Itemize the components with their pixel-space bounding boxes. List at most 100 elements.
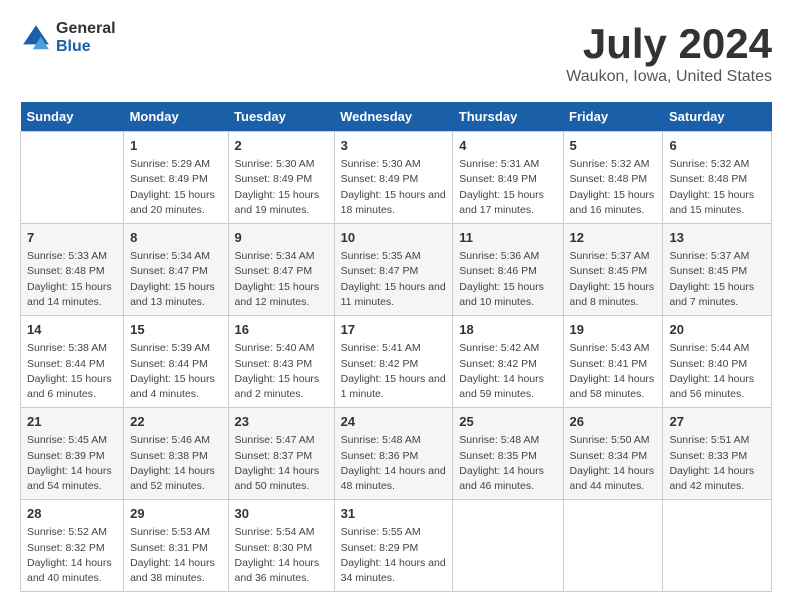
col-wednesday: Wednesday [334, 102, 453, 132]
day-info: Sunrise: 5:35 AM Sunset: 8:47 PM Dayligh… [341, 249, 447, 310]
day-info: Sunrise: 5:55 AM Sunset: 8:29 PM Dayligh… [341, 525, 447, 586]
day-info: Sunrise: 5:40 AM Sunset: 8:43 PM Dayligh… [235, 341, 328, 402]
calendar-cell: 7 Sunrise: 5:33 AM Sunset: 8:48 PM Daylig… [21, 224, 124, 316]
logo-blue: Blue [56, 38, 116, 56]
day-info: Sunrise: 5:43 AM Sunset: 8:41 PM Dayligh… [570, 341, 657, 402]
title-area: July 2024 Waukon, Iowa, United States [566, 20, 772, 86]
calendar-cell: 22Sunrise: 5:46 AM Sunset: 8:38 PM Dayli… [124, 408, 228, 500]
day-number: 16 [235, 321, 328, 339]
calendar-cell: 6 Sunrise: 5:32 AM Sunset: 8:48 PM Daylig… [663, 132, 772, 224]
day-number: 18 [459, 321, 556, 339]
day-info: Sunrise: 5:42 AM Sunset: 8:42 PM Dayligh… [459, 341, 556, 402]
day-number: 29 [130, 505, 221, 523]
calendar-week-row: 14Sunrise: 5:38 AM Sunset: 8:44 PM Dayli… [21, 316, 772, 408]
day-info: Sunrise: 5:51 AM Sunset: 8:33 PM Dayligh… [669, 433, 765, 494]
day-info: Sunrise: 5:44 AM Sunset: 8:40 PM Dayligh… [669, 341, 765, 402]
calendar-table: Sunday Monday Tuesday Wednesday Thursday… [20, 102, 772, 592]
calendar-cell [663, 500, 772, 592]
calendar-cell: 18 Sunrise: 5:42 AM Sunset: 8:42 PM Dayli… [453, 316, 563, 408]
calendar-cell: 5Sunrise: 5:32 AM Sunset: 8:48 PM Daylig… [563, 132, 663, 224]
calendar-cell: 17Sunrise: 5:41 AM Sunset: 8:42 PM Dayli… [334, 316, 453, 408]
calendar-cell: 19 Sunrise: 5:43 AM Sunset: 8:41 PM Dayli… [563, 316, 663, 408]
calendar-cell: 11 Sunrise: 5:36 AM Sunset: 8:46 PM Dayli… [453, 224, 563, 316]
calendar-cell: 2Sunrise: 5:30 AM Sunset: 8:49 PM Daylig… [228, 132, 334, 224]
day-number: 23 [235, 413, 328, 431]
day-number: 24 [341, 413, 447, 431]
day-info: Sunrise: 5:53 AM Sunset: 8:31 PM Dayligh… [130, 525, 221, 586]
calendar-cell: 28Sunrise: 5:52 AM Sunset: 8:32 PM Dayli… [21, 500, 124, 592]
calendar-cell: 13Sunrise: 5:37 AM Sunset: 8:45 PM Dayli… [663, 224, 772, 316]
day-number: 13 [669, 229, 765, 247]
calendar-cell: 30 Sunrise: 5:54 AM Sunset: 8:30 PM Dayli… [228, 500, 334, 592]
calendar-cell: 21Sunrise: 5:45 AM Sunset: 8:39 PM Dayli… [21, 408, 124, 500]
day-number: 9 [235, 229, 328, 247]
day-info: Sunrise: 5:37 AM Sunset: 8:45 PM Dayligh… [570, 249, 657, 310]
day-number: 21 [27, 413, 117, 431]
day-number: 22 [130, 413, 221, 431]
day-number: 12 [570, 229, 657, 247]
day-info: Sunrise: 5:30 AM Sunset: 8:49 PM Dayligh… [341, 157, 447, 218]
header: General Blue July 2024 Waukon, Iowa, Uni… [20, 20, 772, 86]
calendar-week-row: 21Sunrise: 5:45 AM Sunset: 8:39 PM Dayli… [21, 408, 772, 500]
calendar-cell: 14Sunrise: 5:38 AM Sunset: 8:44 PM Dayli… [21, 316, 124, 408]
calendar-cell: 31Sunrise: 5:55 AM Sunset: 8:29 PM Dayli… [334, 500, 453, 592]
day-info: Sunrise: 5:48 AM Sunset: 8:35 PM Dayligh… [459, 433, 556, 494]
calendar-cell: 20 Sunrise: 5:44 AM Sunset: 8:40 PM Dayli… [663, 316, 772, 408]
day-number: 15 [130, 321, 221, 339]
calendar-header: Sunday Monday Tuesday Wednesday Thursday… [21, 102, 772, 132]
day-info: Sunrise: 5:34 AM Sunset: 8:47 PM Dayligh… [130, 249, 221, 310]
day-number: 7 [27, 229, 117, 247]
day-info: Sunrise: 5:32 AM Sunset: 8:48 PM Dayligh… [570, 157, 657, 218]
day-number: 19 [570, 321, 657, 339]
day-number: 8 [130, 229, 221, 247]
col-tuesday: Tuesday [228, 102, 334, 132]
day-number: 2 [235, 137, 328, 155]
header-row: Sunday Monday Tuesday Wednesday Thursday… [21, 102, 772, 132]
day-number: 1 [130, 137, 221, 155]
calendar-cell: 25Sunrise: 5:48 AM Sunset: 8:35 PM Dayli… [453, 408, 563, 500]
calendar-week-row: 28Sunrise: 5:52 AM Sunset: 8:32 PM Dayli… [21, 500, 772, 592]
calendar-cell: 12 Sunrise: 5:37 AM Sunset: 8:45 PM Dayli… [563, 224, 663, 316]
day-number: 14 [27, 321, 117, 339]
day-info: Sunrise: 5:39 AM Sunset: 8:44 PM Dayligh… [130, 341, 221, 402]
col-saturday: Saturday [663, 102, 772, 132]
calendar-cell: 23 Sunrise: 5:47 AM Sunset: 8:37 PM Dayli… [228, 408, 334, 500]
day-number: 30 [235, 505, 328, 523]
day-info: Sunrise: 5:34 AM Sunset: 8:47 PM Dayligh… [235, 249, 328, 310]
calendar-cell: 27 Sunrise: 5:51 AM Sunset: 8:33 PM Dayli… [663, 408, 772, 500]
day-number: 10 [341, 229, 447, 247]
day-info: Sunrise: 5:33 AM Sunset: 8:48 PM Dayligh… [27, 249, 117, 310]
col-sunday: Sunday [21, 102, 124, 132]
col-thursday: Thursday [453, 102, 563, 132]
calendar-week-row: 7 Sunrise: 5:33 AM Sunset: 8:48 PM Daylig… [21, 224, 772, 316]
day-number: 28 [27, 505, 117, 523]
calendar-week-row: 1 Sunrise: 5:29 AM Sunset: 8:49 PM Daylig… [21, 132, 772, 224]
calendar-cell: 1 Sunrise: 5:29 AM Sunset: 8:49 PM Daylig… [124, 132, 228, 224]
calendar-cell: 29 Sunrise: 5:53 AM Sunset: 8:31 PM Dayli… [124, 500, 228, 592]
day-number: 11 [459, 229, 556, 247]
calendar-cell [453, 500, 563, 592]
day-info: Sunrise: 5:47 AM Sunset: 8:37 PM Dayligh… [235, 433, 328, 494]
day-info: Sunrise: 5:36 AM Sunset: 8:46 PM Dayligh… [459, 249, 556, 310]
logo-text: General Blue [56, 20, 116, 55]
day-info: Sunrise: 5:32 AM Sunset: 8:48 PM Dayligh… [669, 157, 765, 218]
day-number: 27 [669, 413, 765, 431]
day-number: 26 [570, 413, 657, 431]
calendar-cell: 16 Sunrise: 5:40 AM Sunset: 8:43 PM Dayli… [228, 316, 334, 408]
calendar-cell: 15 Sunrise: 5:39 AM Sunset: 8:44 PM Dayli… [124, 316, 228, 408]
subtitle: Waukon, Iowa, United States [566, 68, 772, 86]
calendar-cell: 9 Sunrise: 5:34 AM Sunset: 8:47 PM Daylig… [228, 224, 334, 316]
day-number: 6 [669, 137, 765, 155]
day-info: Sunrise: 5:48 AM Sunset: 8:36 PM Dayligh… [341, 433, 447, 494]
logo: General Blue [20, 20, 116, 55]
day-info: Sunrise: 5:54 AM Sunset: 8:30 PM Dayligh… [235, 525, 328, 586]
day-info: Sunrise: 5:29 AM Sunset: 8:49 PM Dayligh… [130, 157, 221, 218]
calendar-cell [21, 132, 124, 224]
day-number: 20 [669, 321, 765, 339]
col-friday: Friday [563, 102, 663, 132]
day-info: Sunrise: 5:41 AM Sunset: 8:42 PM Dayligh… [341, 341, 447, 402]
calendar-cell: 26Sunrise: 5:50 AM Sunset: 8:34 PM Dayli… [563, 408, 663, 500]
day-info: Sunrise: 5:31 AM Sunset: 8:49 PM Dayligh… [459, 157, 556, 218]
calendar-cell: 8 Sunrise: 5:34 AM Sunset: 8:47 PM Daylig… [124, 224, 228, 316]
day-number: 3 [341, 137, 447, 155]
